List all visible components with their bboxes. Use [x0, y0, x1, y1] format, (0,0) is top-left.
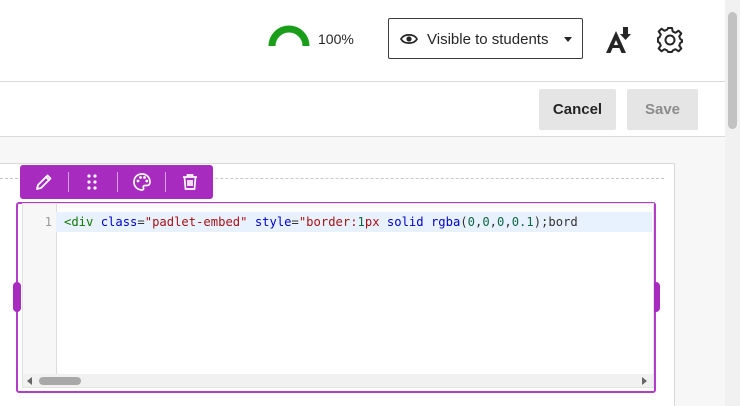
drag-button[interactable] [68, 165, 116, 199]
code-token: "border: [298, 215, 358, 229]
code-token: style [254, 215, 292, 229]
code-token: 1 [357, 215, 365, 229]
page-scrollbar[interactable] [725, 0, 740, 406]
top-header: 100% Visible to students [0, 0, 725, 82]
code-token: 0 [482, 215, 490, 229]
code-token: class [100, 215, 138, 229]
editor-scrollbar-thumb[interactable] [39, 377, 81, 385]
save-button[interactable]: Save [627, 89, 698, 130]
block-toolbar [20, 165, 213, 199]
line-number: 1 [44, 215, 52, 229]
page-scrollbar-thumb[interactable] [728, 12, 737, 129]
scroll-right-arrow-icon[interactable] [642, 377, 647, 385]
edit-button[interactable] [20, 165, 68, 199]
editor-horizontal-scrollbar[interactable] [23, 374, 653, 387]
code-token: , [504, 215, 512, 229]
caret-down-icon [564, 37, 572, 42]
code-token: );bord [533, 215, 578, 229]
code-token: 0.1 [511, 215, 534, 229]
page: 100% Visible to students Cancel Save 1 <… [0, 0, 740, 406]
ally-score-gauge-icon[interactable] [268, 24, 310, 48]
trash-icon [183, 174, 197, 190]
palette-icon [133, 173, 151, 191]
code-token: rgba [430, 215, 461, 229]
eye-icon [400, 33, 418, 45]
code-token: px [364, 215, 387, 229]
scroll-left-arrow-icon[interactable] [27, 377, 32, 385]
ally-download-icon[interactable] [603, 25, 633, 55]
gear-icon[interactable] [655, 25, 685, 55]
drag-handle-icon [87, 174, 97, 190]
pencil-icon [36, 174, 52, 190]
delete-button[interactable] [166, 165, 214, 199]
code-editor[interactable]: 1 <div class="padlet-embed" style="borde… [22, 203, 654, 388]
code-token: = [291, 215, 299, 229]
active-code-line[interactable]: <div class="padlet-embed" style="border:… [56, 212, 652, 232]
visibility-label: Visible to students [427, 31, 549, 48]
visibility-dropdown[interactable]: Visible to students [388, 18, 583, 59]
code-token: = [137, 215, 145, 229]
code-token: solid [386, 215, 424, 229]
code-token: 0 [467, 215, 475, 229]
code-text[interactable]: <div class="padlet-embed" style="border:… [64, 215, 652, 229]
line-gutter: 1 [23, 204, 57, 374]
cancel-button[interactable]: Cancel [539, 89, 616, 130]
style-button[interactable] [118, 165, 166, 199]
code-token: ( [460, 215, 468, 229]
code-token: <div [64, 215, 94, 229]
ally-score-label[interactable]: 100% [318, 31, 354, 47]
action-bar: Cancel Save [0, 82, 725, 137]
code-token: , [489, 215, 498, 229]
resize-handle-left[interactable] [13, 282, 21, 312]
code-token: "padlet-embed" [144, 215, 248, 229]
